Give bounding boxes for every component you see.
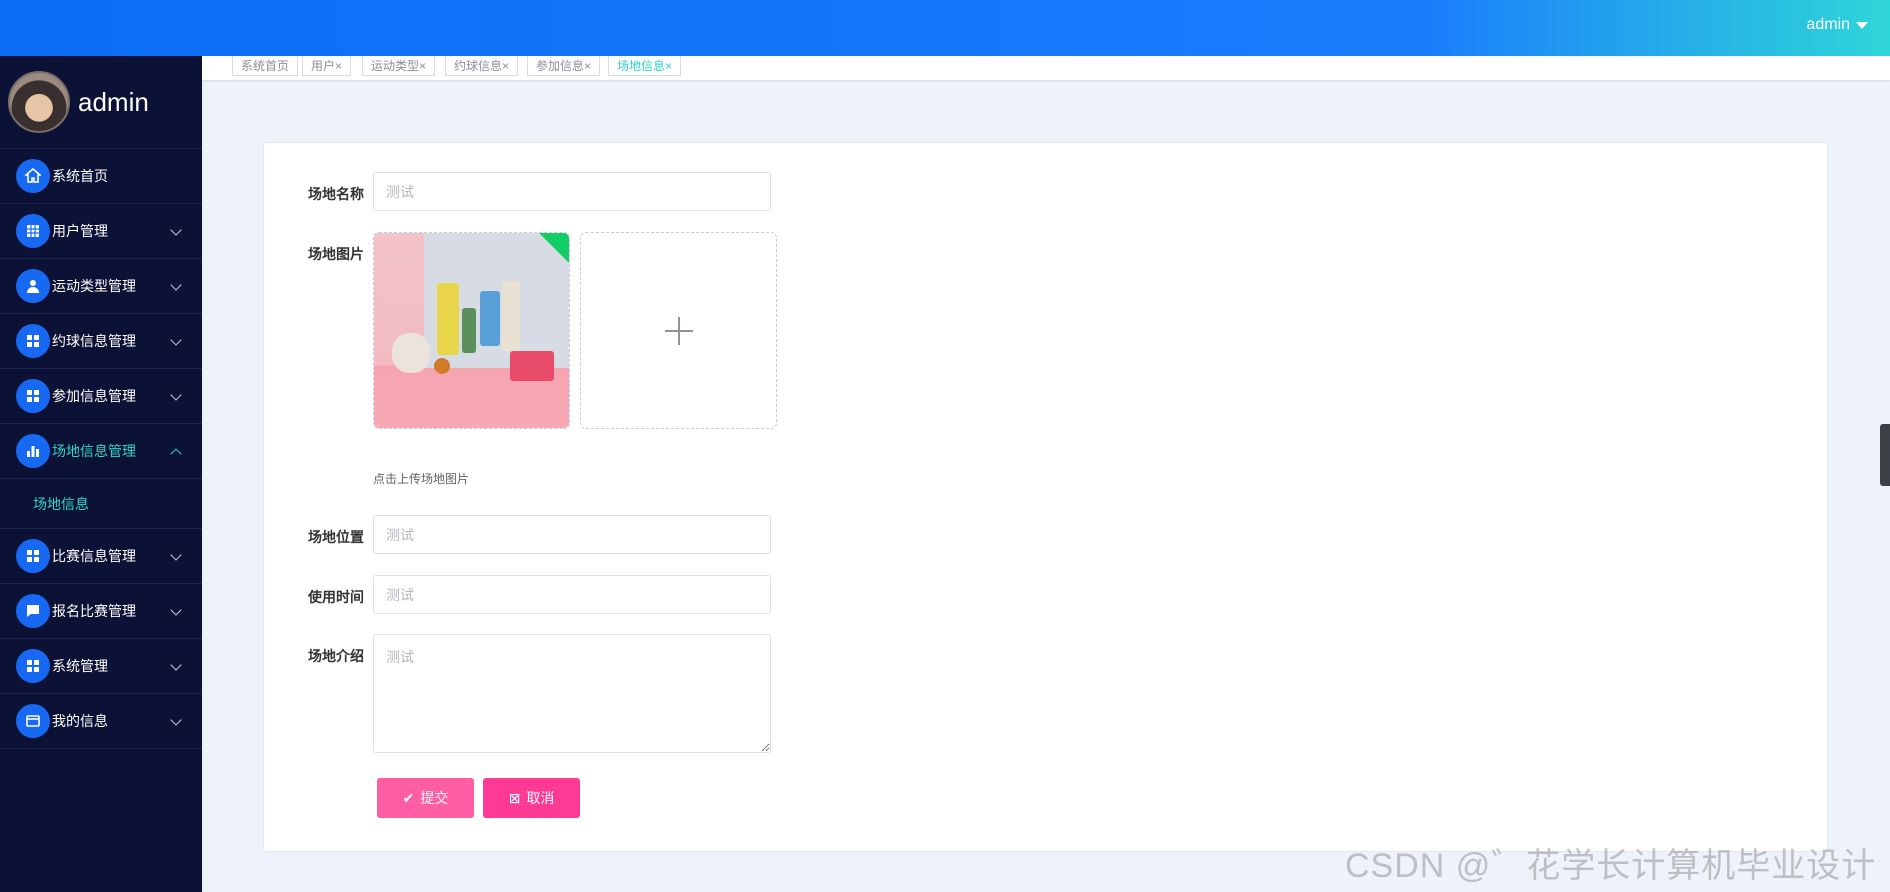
apps-icon xyxy=(16,539,50,573)
sidebar-item-home[interactable]: 系统首页 xyxy=(0,149,202,204)
chevron-down-icon xyxy=(170,389,182,401)
profile-name: admin xyxy=(78,86,149,117)
tab-venue-info[interactable]: 场地信息× xyxy=(608,56,682,76)
side-drawer-handle[interactable] xyxy=(1880,424,1890,486)
apps-icon xyxy=(16,379,50,413)
tabs-bar: 系统首页 用户× 运动类型× 约球信息× 参加信息× 场地信息× xyxy=(202,56,1890,80)
venue-intro-label: 场地介绍 xyxy=(308,648,364,664)
chevron-down-icon xyxy=(170,279,182,291)
apps-icon xyxy=(16,649,50,683)
sidebar: admin 系统首页 用户管理 运动类型管理 约球信息管理 参加信息管理 场地信… xyxy=(0,56,202,892)
user-icon xyxy=(16,269,50,303)
apps-icon xyxy=(16,324,50,358)
sidebar-item-label: 比赛信息管理 xyxy=(52,548,136,564)
venue-name-label: 场地名称 xyxy=(308,186,364,202)
sidebar-item-label: 系统管理 xyxy=(52,658,108,674)
venue-location-label: 场地位置 xyxy=(308,529,364,545)
user-dropdown[interactable]: admin xyxy=(1806,16,1868,34)
sidebar-subitem-label: 场地信息 xyxy=(33,495,89,512)
venue-image-thumbnail[interactable] xyxy=(373,232,570,429)
sidebar-item-label: 运动类型管理 xyxy=(52,278,136,294)
venue-location-input[interactable] xyxy=(373,515,771,554)
cancel-label: 取消 xyxy=(526,790,555,806)
sidebar-item-system[interactable]: 系统管理 xyxy=(0,639,202,694)
sidebar-item-label: 约球信息管理 xyxy=(52,333,136,349)
tab-participation[interactable]: 参加信息× xyxy=(527,56,601,76)
close-box-icon: ⊠ xyxy=(508,789,521,806)
grid-icon xyxy=(16,214,50,248)
cancel-button[interactable]: ⊠ 取消 xyxy=(483,778,580,818)
watermark: CSDN @゛花学长计算机毕业设计 xyxy=(1345,847,1877,885)
sidebar-item-venues[interactable]: 场地信息管理 xyxy=(0,424,202,479)
submit-label: 提交 xyxy=(420,790,449,806)
venue-image-label: 场地图片 xyxy=(308,246,364,262)
sidebar-item-users[interactable]: 用户管理 xyxy=(0,204,202,259)
avatar xyxy=(8,71,70,133)
chevron-down-icon xyxy=(170,549,182,561)
venue-intro-textarea[interactable] xyxy=(373,634,771,753)
user-name: admin xyxy=(1806,16,1850,33)
submit-button[interactable]: ✔ 提交 xyxy=(377,778,474,818)
sidebar-item-label: 场地信息管理 xyxy=(52,443,136,459)
sidebar-subitem-venue-info[interactable]: 场地信息 xyxy=(0,479,202,529)
chevron-down-icon xyxy=(170,604,182,616)
usage-time-label: 使用时间 xyxy=(308,589,364,605)
sidebar-item-my-info[interactable]: 我的信息 xyxy=(0,694,202,749)
tab-match-invites[interactable]: 约球信息× xyxy=(445,56,519,76)
home-icon xyxy=(16,159,50,193)
usage-time-input[interactable] xyxy=(373,575,771,614)
top-header: admin xyxy=(0,0,1890,56)
venue-name-input[interactable] xyxy=(373,172,771,211)
tab-home[interactable]: 系统首页 xyxy=(232,56,299,76)
chevron-down-icon xyxy=(170,334,182,346)
sidebar-item-label: 系统首页 xyxy=(52,168,108,184)
card-icon xyxy=(16,704,50,738)
sidebar-item-match-invites[interactable]: 约球信息管理 xyxy=(0,314,202,369)
chat-icon xyxy=(16,594,50,628)
sidebar-item-label: 参加信息管理 xyxy=(52,388,136,404)
sidebar-item-label: 我的信息 xyxy=(52,713,108,729)
sidebar-item-label: 报名比赛管理 xyxy=(52,603,136,619)
sidebar-item-competitions[interactable]: 比赛信息管理 xyxy=(0,529,202,584)
plus-icon xyxy=(664,316,693,345)
sidebar-profile: admin xyxy=(0,56,202,149)
sidebar-item-label: 用户管理 xyxy=(52,223,108,239)
check-icon: ✔ xyxy=(402,789,415,806)
sidebar-item-participation[interactable]: 参加信息管理 xyxy=(0,369,202,424)
tab-sport-types[interactable]: 运动类型× xyxy=(362,56,436,76)
chevron-down-icon xyxy=(170,224,182,236)
upload-tip: 点击上传场地图片 xyxy=(373,472,470,486)
caret-down-icon xyxy=(1856,21,1868,29)
tab-users[interactable]: 用户× xyxy=(302,56,352,76)
chevron-down-icon xyxy=(170,714,182,726)
sidebar-item-registrations[interactable]: 报名比赛管理 xyxy=(0,584,202,639)
chevron-down-icon xyxy=(170,659,182,671)
image-upload-button[interactable] xyxy=(580,232,777,429)
venue-photo xyxy=(374,233,569,428)
chevron-up-icon xyxy=(170,448,182,460)
sidebar-item-sport-types[interactable]: 运动类型管理 xyxy=(0,259,202,314)
venue-form-card: 场地名称 场地图片 点击上传场地图片 场地位置 使用时间 场地介绍 ✔ 提交 ⊠… xyxy=(263,142,1828,852)
bar-chart-icon xyxy=(16,434,50,468)
